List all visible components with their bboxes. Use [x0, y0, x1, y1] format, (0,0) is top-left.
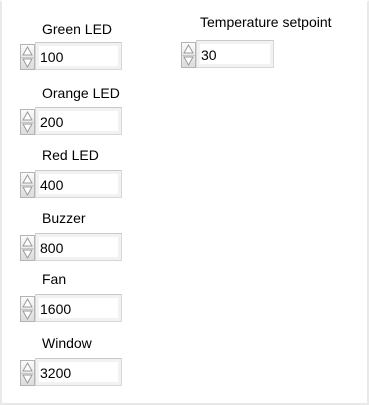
decrement-arrow-icon[interactable]: [182, 55, 195, 68]
window-control: 3200: [20, 358, 122, 388]
temperature-setpoint-value: 30: [201, 47, 217, 63]
green-led-input[interactable]: 100: [35, 42, 122, 70]
decrement-arrow-icon[interactable]: [21, 248, 34, 261]
buzzer-input[interactable]: 800: [35, 233, 122, 261]
temperature-setpoint-stepper[interactable]: [181, 42, 196, 68]
decrement-arrow-icon[interactable]: [21, 309, 34, 322]
fan-input[interactable]: 1600: [35, 294, 122, 322]
red-led-control: 400: [20, 170, 122, 200]
buzzer-value: 800: [40, 240, 64, 256]
increment-arrow-icon[interactable]: [21, 45, 34, 57]
orange-led-value: 200: [40, 114, 64, 130]
increment-arrow-icon[interactable]: [21, 173, 34, 185]
green-led-control: 100: [20, 42, 122, 72]
buzzer-control: 800: [20, 233, 122, 263]
front-panel: Green LED 100 Orange LED 200 Red LED 400…: [0, 0, 369, 405]
increment-arrow-icon[interactable]: [21, 361, 34, 373]
window-value: 3200: [40, 365, 72, 381]
window-input[interactable]: 3200: [35, 358, 122, 386]
orange-led-label: Orange LED: [42, 85, 120, 101]
increment-arrow-icon[interactable]: [21, 297, 34, 309]
red-led-input[interactable]: 400: [35, 170, 122, 198]
increment-arrow-icon[interactable]: [21, 236, 34, 248]
decrement-arrow-icon[interactable]: [21, 185, 34, 198]
red-led-label: Red LED: [42, 147, 99, 163]
window-stepper[interactable]: [20, 360, 35, 386]
decrement-arrow-icon[interactable]: [21, 122, 34, 135]
fan-control: 1600: [20, 294, 122, 324]
fan-value: 1600: [40, 301, 72, 317]
red-led-value: 400: [40, 177, 64, 193]
fan-stepper[interactable]: [20, 296, 35, 322]
temperature-setpoint-label: Temperature setpoint: [200, 14, 332, 30]
green-led-value: 100: [40, 49, 64, 65]
orange-led-input[interactable]: 200: [35, 107, 122, 135]
orange-led-stepper[interactable]: [20, 109, 35, 135]
window-label: Window: [42, 335, 92, 351]
red-led-stepper[interactable]: [20, 172, 35, 198]
temperature-setpoint-control: 30: [181, 40, 274, 70]
increment-arrow-icon[interactable]: [21, 110, 34, 122]
decrement-arrow-icon[interactable]: [21, 373, 34, 386]
green-led-label: Green LED: [42, 21, 113, 37]
decrement-arrow-icon[interactable]: [21, 57, 34, 70]
increment-arrow-icon[interactable]: [182, 43, 195, 55]
temperature-setpoint-input[interactable]: 30: [196, 40, 274, 68]
green-led-stepper[interactable]: [20, 44, 35, 70]
buzzer-stepper[interactable]: [20, 235, 35, 261]
orange-led-control: 200: [20, 107, 122, 137]
buzzer-label: Buzzer: [42, 210, 86, 226]
fan-label: Fan: [42, 271, 67, 287]
